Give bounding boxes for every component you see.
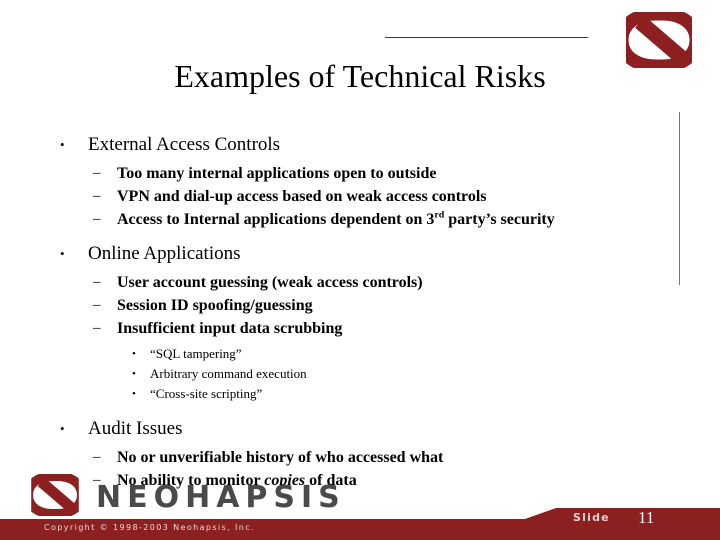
bullet-text: Online Applications bbox=[88, 243, 241, 264]
bullet-text: Insufficient input data scrubbing bbox=[117, 320, 343, 337]
presentation-slide: Examples of Technical Risks • External A… bbox=[0, 0, 720, 540]
bullet-marker: • bbox=[60, 421, 65, 436]
bullet-text: Arbitrary command execution bbox=[150, 366, 307, 381]
copyright-notice: Copyright © 1998-2003 Neohapsis, Inc. bbox=[44, 523, 255, 532]
bullet-level2: – Access to Internal applications depend… bbox=[0, 208, 720, 231]
bullet-text: Too many internal applications open to o… bbox=[117, 165, 437, 182]
slide-title: Examples of Technical Risks bbox=[174, 58, 546, 94]
bullet-marker: • bbox=[132, 388, 136, 400]
bullet-level2: – VPN and dial-up access based on weak a… bbox=[0, 185, 720, 208]
bullet-level3: • Arbitrary command execution bbox=[0, 364, 720, 384]
slide-label: Slide bbox=[573, 511, 610, 524]
bullet-marker: – bbox=[93, 297, 101, 313]
title-divider-rule bbox=[385, 37, 588, 38]
bullet-text: “SQL tampering” bbox=[150, 346, 242, 361]
slide-body-content: • External Access Controls – Too many in… bbox=[0, 132, 720, 492]
bullet-marker: • bbox=[60, 246, 65, 261]
bullet-text-pre: Access to Internal applications dependen… bbox=[117, 211, 435, 228]
bullet-level2: – Insufficient input data scrubbing bbox=[0, 317, 720, 340]
bullet-level2: – No or unverifiable history of who acce… bbox=[0, 446, 720, 469]
bullet-level1: • Online Applications bbox=[0, 241, 720, 267]
bullet-text: No or unverifiable history of who access… bbox=[117, 449, 444, 466]
bullet-level3: • “SQL tampering” bbox=[0, 344, 720, 364]
bullet-text-superscript: rd bbox=[434, 209, 445, 221]
bullet-text: “Cross-site scripting” bbox=[150, 386, 263, 401]
bullet-marker: – bbox=[93, 274, 101, 290]
bullet-marker: – bbox=[93, 211, 101, 227]
bullet-level2: – User account guessing (weak access con… bbox=[0, 271, 720, 294]
slide-number: 11 bbox=[638, 508, 655, 527]
bullet-level1: • External Access Controls bbox=[0, 132, 720, 158]
bullet-marker: – bbox=[93, 320, 101, 336]
footer-band bbox=[0, 500, 720, 540]
bullet-marker: • bbox=[132, 348, 136, 360]
bullet-text: Session ID spoofing/guessing bbox=[117, 297, 313, 314]
bullet-level1: • Audit Issues bbox=[0, 416, 720, 442]
bullet-marker: • bbox=[132, 368, 136, 380]
bullet-text: External Access Controls bbox=[88, 134, 281, 155]
bullet-marker: – bbox=[93, 188, 101, 204]
bullet-marker: – bbox=[93, 449, 101, 465]
bullet-level2: – Session ID spoofing/guessing bbox=[0, 294, 720, 317]
bullet-level3: • “Cross-site scripting” bbox=[0, 384, 720, 404]
bullet-text-post: party’s security bbox=[444, 211, 555, 228]
bullet-marker: • bbox=[60, 137, 65, 152]
bullet-marker: – bbox=[93, 165, 101, 181]
bullet-text: User account guessing (weak access contr… bbox=[117, 274, 423, 291]
bullet-level2: – Too many internal applications open to… bbox=[0, 162, 720, 185]
bullet-text: VPN and dial-up access based on weak acc… bbox=[117, 188, 487, 205]
bullet-text: Audit Issues bbox=[88, 418, 183, 439]
